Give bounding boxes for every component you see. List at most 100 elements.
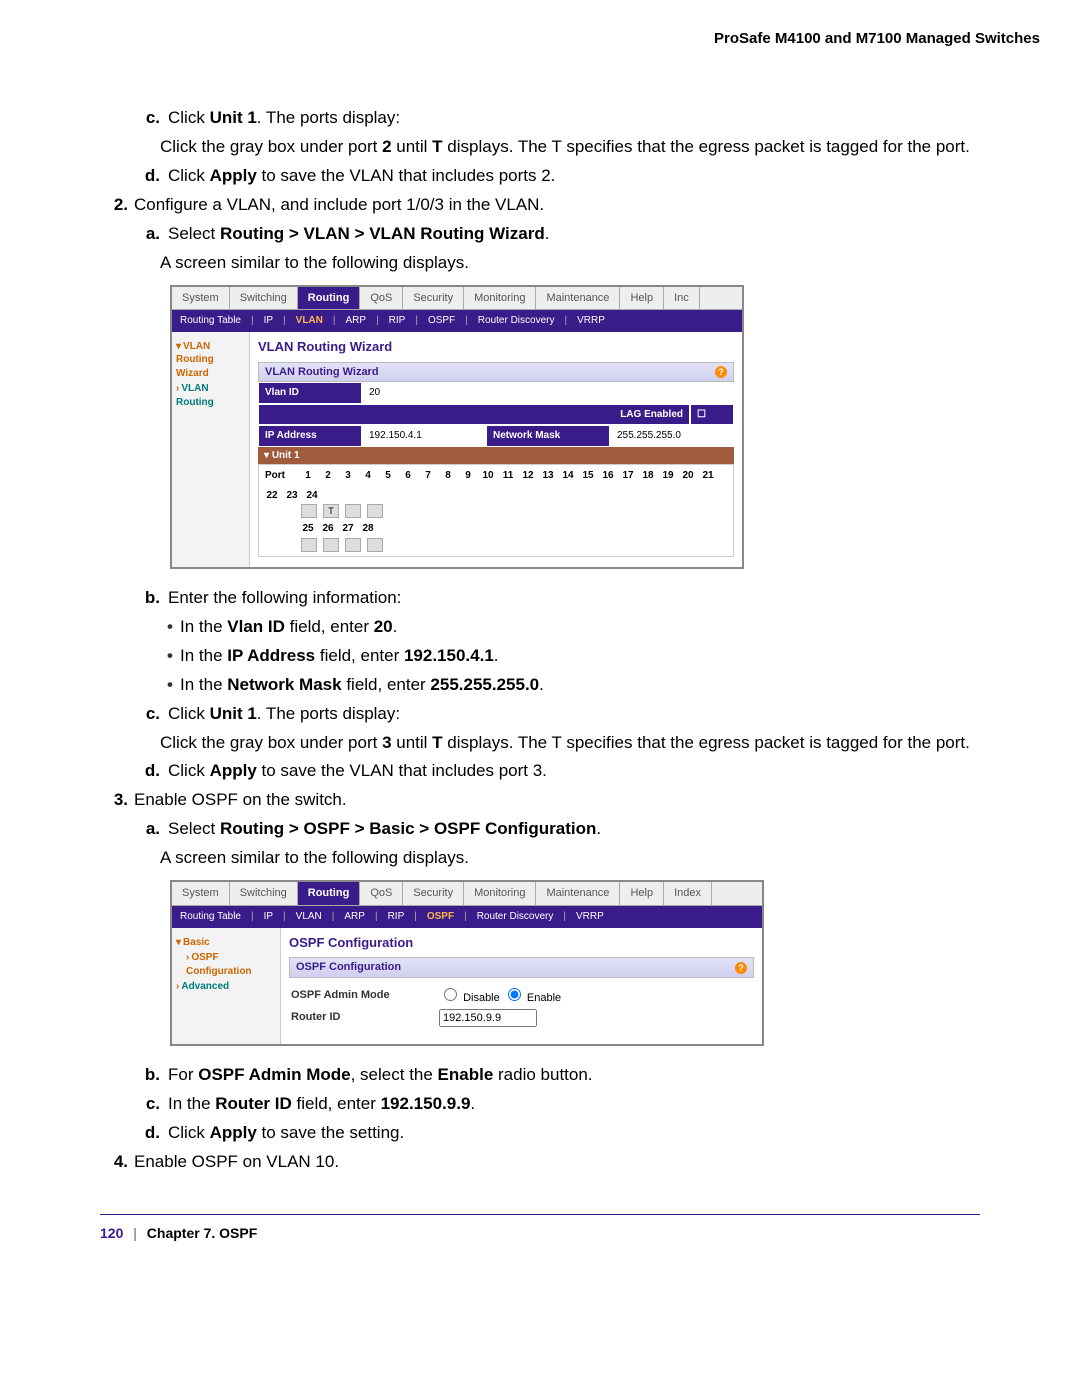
text: In the [180, 646, 227, 665]
port-label: Port [265, 469, 295, 483]
step-c1-detail: Click the gray box under port 2 until T … [160, 136, 980, 159]
tab-monitoring[interactable]: Monitoring [464, 287, 536, 310]
subnav-item[interactable]: RIP [387, 314, 408, 328]
help-icon[interactable]: ? [735, 962, 747, 974]
text: . [494, 646, 499, 665]
sidebar-item-vlan-routing[interactable]: ›VLAN Routing [176, 382, 245, 409]
page-content: c. Click Unit 1. The ports display: Clic… [100, 107, 980, 1174]
main-panel: OSPF Configuration OSPF Configuration ? … [281, 928, 762, 1044]
tab-qos[interactable]: QoS [360, 882, 403, 905]
bold: Unit 1 [210, 108, 257, 127]
radio-enable[interactable]: Enable [503, 992, 561, 1004]
tab-switching[interactable]: Switching [230, 287, 298, 310]
step-2b-li3: • In the Network Mask field, enter 255.2… [160, 674, 980, 697]
port-box[interactable] [367, 538, 383, 552]
subnav-item[interactable]: VRRP [574, 910, 606, 924]
tab-switching[interactable]: Switching [230, 882, 298, 905]
sidebar: ▾VLAN Routing Wizard ›VLAN Routing [172, 332, 250, 567]
list-letter: c. [134, 1093, 168, 1116]
port-box[interactable] [367, 504, 383, 518]
tab-routing[interactable]: Routing [298, 882, 361, 905]
screenshot-vlan-wizard: System Switching Routing QoS Security Mo… [170, 285, 744, 569]
sidebar-item-advanced[interactable]: ›Advanced [176, 980, 276, 994]
subnav-item[interactable]: Routing Table [178, 314, 243, 328]
subnav-item[interactable]: RIP [386, 910, 407, 924]
port-box[interactable] [323, 538, 339, 552]
bold: 192.150.4.1 [404, 646, 494, 665]
subnav-item[interactable]: VLAN [294, 910, 324, 924]
step-2b-li1: • In the Vlan ID field, enter 20. [160, 616, 980, 639]
subnav-item[interactable]: OSPF [426, 314, 457, 328]
port-box[interactable] [345, 504, 361, 518]
tab-security[interactable]: Security [403, 287, 464, 310]
tab-maintenance[interactable]: Maintenance [536, 882, 620, 905]
subnav-item[interactable]: Routing Table [178, 910, 243, 924]
text: Click [168, 704, 210, 723]
tab-help[interactable]: Help [620, 882, 664, 905]
text: displays. The T specifies that the egres… [443, 733, 970, 752]
label-admin-mode: OSPF Admin Mode [291, 988, 421, 1003]
section-header: VLAN Routing Wizard ? [258, 362, 734, 383]
bold: Vlan ID [227, 617, 285, 636]
checkbox-lag[interactable]: ☐ [690, 404, 734, 426]
input-vlanid[interactable]: 20 [362, 382, 466, 404]
tab-qos[interactable]: QoS [360, 287, 403, 310]
port-box[interactable]: T [323, 504, 339, 518]
subnav-item[interactable]: ARP [342, 910, 367, 924]
tab-help[interactable]: Help [620, 287, 664, 310]
input-router-id[interactable] [439, 1009, 537, 1027]
tab-system[interactable]: System [172, 882, 230, 905]
input-mask[interactable]: 255.255.255.0 [610, 425, 734, 447]
ports-grid: Port 1 2 3 4 5 6 7 8 9 10 11 12 [258, 464, 734, 557]
panel: ▾Basic ›OSPF Configuration ›Advanced OSP… [172, 928, 762, 1044]
label-mask: Network Mask [486, 425, 610, 447]
sidebar-item-basic[interactable]: ▾Basic [176, 936, 276, 950]
port-box[interactable] [345, 538, 361, 552]
sidebar-label: OSPF Configuration [186, 952, 252, 977]
bold: T [432, 733, 442, 752]
chapter-label: Chapter 7. OSPF [147, 1225, 257, 1241]
subnav-item[interactable]: Router Discovery [476, 314, 557, 328]
subnav-item[interactable]: IP [262, 314, 275, 328]
port-num: 24 [305, 489, 319, 503]
subnav-item[interactable]: IP [262, 910, 275, 924]
tab-maintenance[interactable]: Maintenance [536, 287, 620, 310]
tab-index[interactable]: Index [664, 882, 712, 905]
subnav-item-active[interactable]: OSPF [425, 910, 456, 924]
sidebar-item-ospf-conf[interactable]: ›OSPF Configuration [176, 951, 276, 978]
port-num: 12 [521, 469, 535, 483]
radio-disable[interactable]: Disable [439, 992, 500, 1004]
port-box[interactable] [301, 538, 317, 552]
step-c1: c. Click Unit 1. The ports display: [134, 107, 980, 130]
bullet-icon: • [160, 645, 180, 668]
panel: ▾VLAN Routing Wizard ›VLAN Routing VLAN … [172, 332, 742, 567]
input-ip[interactable]: 192.150.4.1 [362, 425, 486, 447]
bold: Enable [438, 1065, 494, 1084]
bold: 2 [382, 137, 391, 156]
port-box[interactable] [301, 504, 317, 518]
tab-security[interactable]: Security [403, 882, 464, 905]
tab-inc[interactable]: Inc [664, 287, 700, 310]
text: field, enter [292, 1094, 381, 1113]
list-letter: b. [134, 587, 168, 610]
step-3d: d. Click Apply to save the setting. [134, 1122, 980, 1145]
subnav-item[interactable]: Router Discovery [475, 910, 556, 924]
list-letter: c. [134, 107, 168, 130]
help-icon[interactable]: ? [715, 366, 727, 378]
unit-row[interactable]: ▾ Unit 1 [258, 447, 734, 465]
port-num: 23 [285, 489, 299, 503]
text: Enter the following information: [168, 587, 980, 610]
sidebar-item-wizard[interactable]: ▾VLAN Routing Wizard [176, 340, 245, 381]
ospf-form: OSPF Admin Mode Disable Enable Router ID [289, 978, 754, 1034]
tab-routing[interactable]: Routing [298, 287, 361, 310]
text: until [392, 733, 433, 752]
subnav-item[interactable]: ARP [344, 314, 369, 328]
text: A screen similar to the following displa… [160, 847, 980, 870]
subnav-item[interactable]: VRRP [575, 314, 607, 328]
text: , select the [351, 1065, 438, 1084]
subnav-item-active[interactable]: VLAN [294, 314, 325, 328]
list-letter: c. [134, 703, 168, 726]
port-num: 26 [321, 522, 335, 536]
tab-system[interactable]: System [172, 287, 230, 310]
tab-monitoring[interactable]: Monitoring [464, 882, 536, 905]
